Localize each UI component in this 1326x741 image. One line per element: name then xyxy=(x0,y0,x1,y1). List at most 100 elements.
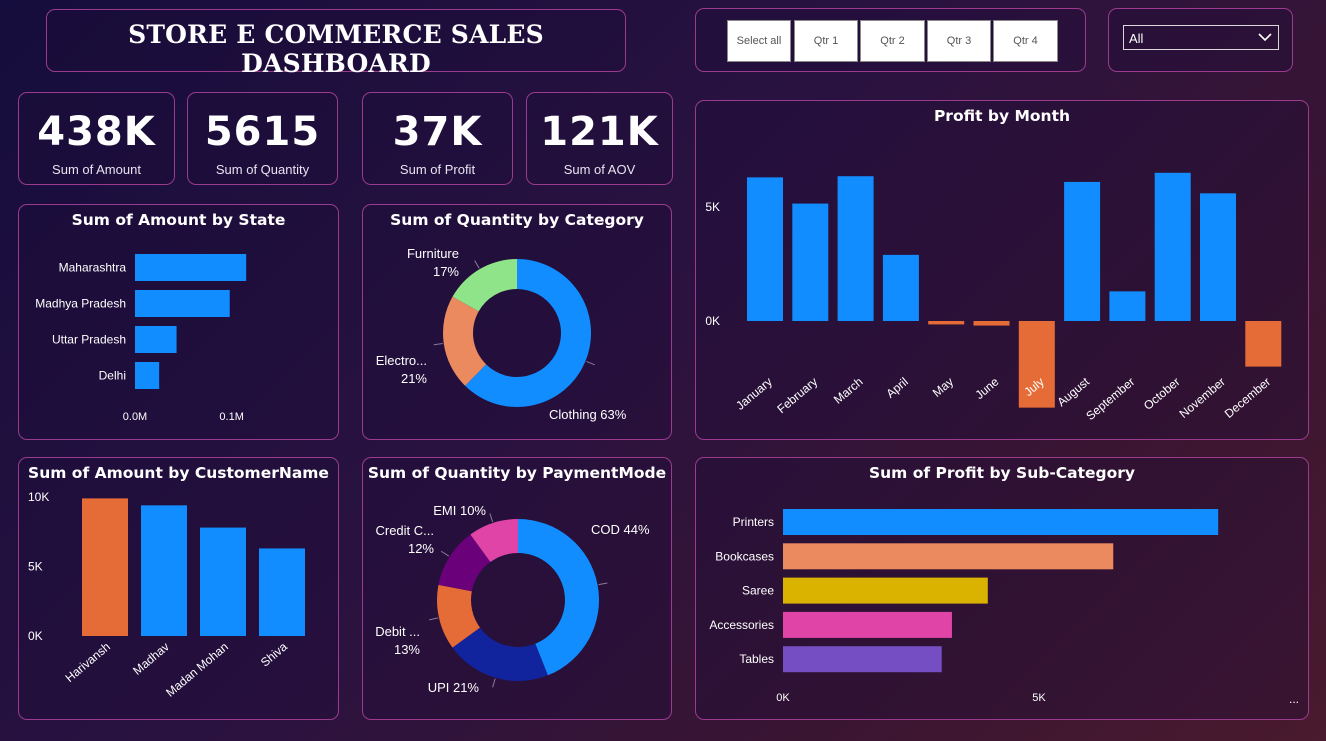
category-label: Delhi xyxy=(99,369,126,383)
category-label: Madhya Pradesh xyxy=(35,297,126,311)
bar xyxy=(82,498,128,636)
x-tick-label: February xyxy=(774,375,820,417)
bar xyxy=(783,646,942,673)
slicer-select-all-button[interactable]: Select all xyxy=(727,20,791,62)
bar xyxy=(747,177,783,321)
y-tick-label: 10K xyxy=(28,490,49,504)
profit-by-month-svg: 5K0KJanuary February March April May June July… xyxy=(705,172,1282,423)
quantity-by-paymentmode-svg: COD 44% UPI 21% Debit ... 13% Credit C... 12%… xyxy=(375,503,650,695)
slicer-qtr1-button[interactable]: Qtr 1 xyxy=(794,20,858,62)
chart-amount-by-state: Sum of Amount by State Maharashtra Madhya… xyxy=(18,204,339,440)
slice-label: 21% xyxy=(401,371,427,386)
slicer-qtr4-button[interactable]: Qtr 4 xyxy=(993,20,1058,62)
category-label: Uttar Pradesh xyxy=(52,333,126,347)
chart-profit-by-subcategory: Sum of Profit by Sub-Category Printers Bo… xyxy=(695,457,1309,720)
x-tick-label: Harivansh xyxy=(63,640,113,685)
bar xyxy=(1064,181,1101,321)
bar xyxy=(200,527,246,636)
x-tick-label: August xyxy=(1054,374,1092,409)
category-label: Accessories xyxy=(709,618,774,632)
dashboard-title: STORE E COMMERCE SALES DASHBOARD xyxy=(128,20,544,78)
y-tick-label: 0K xyxy=(28,629,43,643)
bar xyxy=(783,543,1114,570)
bar xyxy=(792,203,829,321)
kpi-value: 438K xyxy=(37,109,156,155)
slice-label: 12% xyxy=(408,541,434,556)
tick-label: 0.0M xyxy=(123,411,147,423)
slice-label: Clothing 63% xyxy=(549,407,627,422)
x-tick-label: December xyxy=(1222,375,1273,421)
x-tick-label: April xyxy=(883,375,910,401)
chart-amount-by-customer: Sum of Amount by CustomerName 10K 5K 0K Har… xyxy=(18,457,339,720)
slice-category-label: Furniture xyxy=(407,246,459,261)
bar xyxy=(1154,172,1191,321)
bar xyxy=(928,321,965,325)
x-tick-label: Shiva xyxy=(258,639,290,669)
profit-by-subcategory-svg: Printers Bookcases Saree Accessories Tables 0… xyxy=(709,509,1299,706)
bar xyxy=(1018,321,1055,408)
category-label: Saree xyxy=(742,584,774,598)
tick-label: 0.1M xyxy=(219,411,243,423)
chevron-down-icon xyxy=(1258,33,1272,42)
tick-label: 0K xyxy=(776,692,790,704)
slice-category-label: Debit ... xyxy=(375,624,420,639)
more-options-label: ... xyxy=(1289,692,1299,706)
chart-quantity-by-category: Sum of Quantity by Category Clothing 63%… xyxy=(362,204,672,440)
leader-line xyxy=(440,550,450,557)
amount-by-state-svg: Maharashtra Madhya Pradesh Uttar Pradesh De… xyxy=(35,254,247,423)
filter-card: All xyxy=(1108,8,1293,72)
filter-selected-value: All xyxy=(1129,31,1144,46)
slice-category-label: Electro... xyxy=(376,353,427,368)
quarter-slicer: Select all Qtr 1 Qtr 2 Qtr 3 Qtr 4 xyxy=(695,8,1086,72)
chart-quantity-by-paymentmode: Sum of Quantity by PaymentMode COD 44% UP… xyxy=(362,457,672,720)
bar xyxy=(135,290,230,317)
bar xyxy=(1109,291,1146,321)
slice-label: UPI 21% xyxy=(428,680,480,695)
bar xyxy=(141,505,187,636)
bar xyxy=(837,176,874,321)
x-tick-label: Madan Mohan xyxy=(163,640,231,700)
kpi-card-amount: 438K Sum of Amount xyxy=(18,92,175,185)
filter-dropdown[interactable]: All xyxy=(1123,25,1279,50)
slice-label: 13% xyxy=(394,642,420,657)
x-tick-label: October xyxy=(1141,375,1183,413)
leader-line xyxy=(433,342,443,346)
kpi-value: 5615 xyxy=(204,109,321,155)
slicer-qtr2-button[interactable]: Qtr 2 xyxy=(860,20,925,62)
x-tick-label: May xyxy=(930,375,956,400)
leader-line xyxy=(598,582,608,586)
slicer-qtr3-button[interactable]: Qtr 3 xyxy=(927,20,991,62)
kpi-value: 121K xyxy=(540,109,659,155)
x-tick-label: January xyxy=(733,375,775,413)
kpi-label: Sum of Profit xyxy=(399,162,476,177)
bar xyxy=(259,548,305,636)
kpi-card-quantity: 5615 Sum of Quantity xyxy=(187,92,338,185)
bar xyxy=(783,577,988,604)
leader-line xyxy=(429,617,439,621)
leader-line xyxy=(489,513,494,523)
leader-line xyxy=(586,360,595,366)
y-tick-label: 5K xyxy=(705,200,720,214)
x-tick-label: Madhav xyxy=(130,640,172,678)
x-tick-label: November xyxy=(1177,375,1228,421)
kpi-card-profit: 37K Sum of Profit xyxy=(362,92,513,185)
x-tick-label: June xyxy=(972,374,1001,402)
bar xyxy=(973,321,1010,326)
quantity-by-category-svg: Clothing 63% Electro... 21% Furniture 17% xyxy=(376,246,627,422)
y-tick-label: 5K xyxy=(28,560,43,574)
kpi-card-aov: 121K Sum of AOV xyxy=(526,92,673,185)
y-tick-label: 0K xyxy=(705,314,720,328)
leader-line xyxy=(474,260,480,269)
category-label: Bookcases xyxy=(715,549,774,563)
bar xyxy=(783,509,1219,535)
x-tick-label: September xyxy=(1083,375,1137,423)
kpi-label: Sum of AOV xyxy=(563,162,636,177)
bar xyxy=(135,362,160,389)
category-label: Printers xyxy=(733,515,774,529)
bar xyxy=(1200,193,1236,321)
bar xyxy=(882,254,919,321)
leader-line xyxy=(492,678,496,688)
amount-by-customer-svg: 10K 5K 0K Harivansh MadhavMadan Mohan Shiva xyxy=(28,490,305,700)
bar xyxy=(1245,321,1282,367)
kpi-label: Sum of Amount xyxy=(52,162,141,177)
